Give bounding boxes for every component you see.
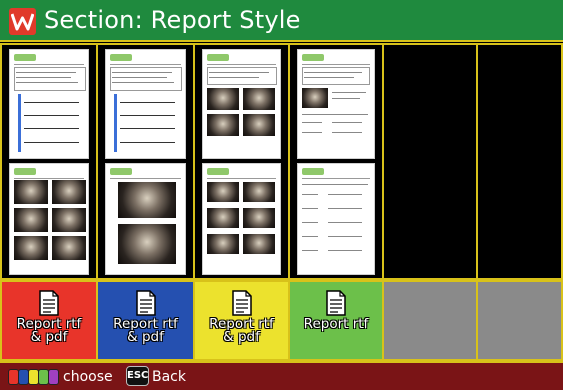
- document-icon: [326, 290, 346, 316]
- report-page-thumbnail: [297, 163, 375, 275]
- report-page-thumbnail: [202, 163, 281, 275]
- back-hint: Back: [152, 369, 186, 385]
- document-icon: [135, 290, 156, 316]
- report-page-thumbnail: [297, 49, 375, 159]
- document-icon: [231, 290, 252, 316]
- report-page-thumbnail: [105, 49, 186, 159]
- page-title: Section: Report Style: [44, 6, 301, 34]
- title-bar: Section: Report Style: [0, 0, 563, 42]
- report-style-empty-slot: [382, 43, 478, 280]
- color-button-row: Report rtf & pdf Report rtf & pdf Report…: [0, 280, 563, 361]
- empty-button-slot: [382, 280, 478, 361]
- green-report-button[interactable]: Report rtf: [288, 280, 384, 361]
- report-style-screen: Section: Report Style Report rtf & pdf R…: [0, 0, 563, 390]
- report-style-option-2[interactable]: [96, 43, 195, 280]
- color-keys-icon: [8, 369, 60, 385]
- report-style-option-3[interactable]: [193, 43, 290, 280]
- footer-bar: choose ESC Back: [0, 361, 563, 390]
- report-page-thumbnail: [105, 163, 186, 275]
- yellow-report-button[interactable]: Report rtf & pdf: [193, 280, 290, 361]
- button-label: Report rtf: [303, 316, 369, 332]
- report-style-empty-slot: [476, 43, 563, 280]
- red-report-button[interactable]: Report rtf & pdf: [0, 280, 98, 361]
- report-page-thumbnail: [202, 49, 281, 159]
- document-icon: [39, 290, 59, 316]
- button-label: Report rtf & pdf: [113, 316, 178, 345]
- report-page-thumbnail: [9, 49, 89, 159]
- report-page-thumbnail: [9, 163, 89, 275]
- purple-key-icon: [48, 369, 59, 385]
- blue-report-button[interactable]: Report rtf & pdf: [96, 280, 195, 361]
- button-label: Report rtf & pdf: [209, 316, 274, 345]
- empty-button-slot: [476, 280, 563, 361]
- choose-hint: choose: [63, 369, 113, 385]
- esc-key-button[interactable]: ESC: [126, 366, 149, 386]
- report-style-option-4[interactable]: [288, 43, 384, 280]
- report-style-option-1[interactable]: [0, 43, 98, 280]
- brand-logo-icon: [9, 8, 36, 35]
- report-thumbnail-grid: [0, 43, 563, 280]
- button-label: Report rtf & pdf: [16, 316, 82, 345]
